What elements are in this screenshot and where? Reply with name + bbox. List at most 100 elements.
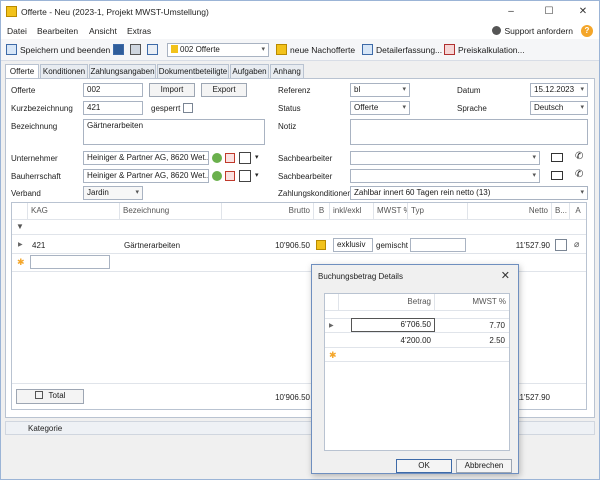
row-kag[interactable]: 421 (32, 241, 45, 250)
row-netto[interactable]: 11'527.90 (468, 241, 550, 250)
col-mwst-percent[interactable]: MWST % (435, 294, 509, 310)
close-button[interactable]: ✕ (569, 4, 597, 20)
tab-konditionen[interactable]: Konditionen (40, 64, 88, 78)
address-book-icon[interactable] (239, 152, 251, 164)
kategorie-label[interactable]: Kategorie (28, 424, 62, 433)
row-pointer-icon: ▶ (18, 242, 23, 248)
col-typ[interactable]: Typ (408, 203, 468, 219)
tab-offerte[interactable]: Offerte (5, 64, 39, 79)
detail-entry-button[interactable]: Detailerfassung... (376, 45, 442, 55)
row-inkl-exkl[interactable]: exklusiv (333, 238, 373, 252)
print-icon[interactable] (130, 44, 141, 55)
person-green-icon[interactable] (212, 153, 222, 163)
col-brutto[interactable]: Brutto (222, 203, 314, 219)
col-netto[interactable]: Netto (468, 203, 552, 219)
sprache-select[interactable]: Deutsch ▾ (530, 101, 588, 115)
maximize-button[interactable]: ☐ (535, 4, 563, 20)
price-calc-icon (444, 44, 455, 55)
phone-icon[interactable]: ✆ (575, 169, 583, 180)
gesperrt-checkbox[interactable] (183, 103, 193, 113)
paperclip-icon[interactable]: ⌀ (574, 239, 579, 250)
calculator-icon[interactable] (316, 240, 326, 250)
row-typ[interactable] (410, 238, 466, 252)
total-brutto: 10'906.50 (275, 393, 310, 402)
cancel-button[interactable]: Abbrechen (456, 459, 512, 473)
sachbearbeiter-2-select[interactable]: ▾ (350, 169, 540, 183)
chevron-down-icon[interactable]: ▾ (255, 171, 259, 179)
export-button[interactable]: Export (201, 83, 247, 97)
total-label: Total (48, 391, 66, 400)
header-divider (12, 219, 586, 220)
row-brutto[interactable]: 10'906.50 (222, 241, 310, 250)
menu-extras[interactable]: Extras (127, 26, 151, 36)
price-calc-button[interactable]: Preiskalkulation... (458, 45, 525, 55)
col-kag[interactable]: KAG (28, 203, 120, 219)
col-betrag[interactable]: Betrag (339, 294, 435, 310)
support-button[interactable]: Support anfordern (492, 26, 573, 36)
contact-card-icon[interactable] (225, 153, 235, 163)
col-bezeichnung[interactable]: Bezeichnung (120, 203, 222, 219)
menu-datei[interactable]: Datei (7, 26, 27, 36)
row-b-checkbox[interactable] (555, 239, 567, 251)
status-label: Status (278, 104, 301, 113)
address-book-icon[interactable] (239, 170, 251, 182)
col-b[interactable]: B (314, 203, 330, 219)
col-a[interactable]: A (570, 203, 586, 219)
row-bezeichnung[interactable]: Gärtnerarbeiten (124, 241, 180, 250)
save-icon[interactable] (113, 44, 124, 55)
tab-dokumentbeteiligte[interactable]: Dokumentbeteiligte (157, 64, 229, 78)
detail-row-1-mwst[interactable]: 7.70 (435, 321, 505, 330)
help-icon[interactable]: ? (581, 25, 593, 37)
datum-picker[interactable]: 15.12.2023 ▾ (530, 83, 588, 97)
chevron-down-icon: ▾ (580, 104, 584, 111)
dialog-title: Buchungsbetrag Details (318, 272, 403, 281)
offerte-field[interactable]: 002 (83, 83, 143, 97)
kurzbezeichnung-field[interactable]: 421 (83, 101, 143, 115)
gesperrt-label: gesperrt (151, 104, 181, 113)
row-mwst[interactable]: gemischt (376, 241, 408, 250)
verband-value: Jardin (87, 188, 109, 197)
preview-icon[interactable] (147, 44, 158, 55)
save-close-icon (6, 44, 17, 55)
new-followup-button[interactable]: neue Nachofferte (290, 45, 355, 55)
col-mwst[interactable]: MWST % (374, 203, 408, 219)
minimize-button[interactable]: – (497, 4, 525, 20)
sachbearbeiter-1-label: Sachbearbeiter (278, 154, 333, 163)
tab-aufgaben[interactable]: Aufgaben (230, 64, 269, 78)
notiz-field[interactable] (350, 119, 588, 145)
zahlungskonditionen-select[interactable]: Zahlbar innert 60 Tagen rein netto (13) … (350, 186, 588, 200)
status-select[interactable]: Offerte ▾ (350, 101, 410, 115)
detail-row-2-betrag[interactable]: 4'200.00 (351, 336, 431, 345)
contact-card-icon[interactable] (225, 171, 235, 181)
window-title: Offerte - Neu (2023-1, Projekt MWST-Umst… (21, 7, 209, 17)
save-close-button[interactable]: Speichern und beenden (20, 45, 110, 55)
mail-icon[interactable] (551, 171, 563, 180)
unternehmer-label: Unternehmer (11, 154, 58, 163)
phone-icon[interactable]: ✆ (575, 151, 583, 162)
chevron-down-icon[interactable]: ▾ (255, 153, 259, 161)
filter-icon[interactable]: ▼ (16, 222, 24, 231)
person-green-icon[interactable] (212, 171, 222, 181)
close-icon[interactable]: ✕ (501, 269, 510, 282)
bauherrschaft-field[interactable]: Heiniger & Partner AG, 8620 Wet... (83, 169, 209, 183)
import-button[interactable]: Import (149, 83, 195, 97)
col-inkl-exkl[interactable]: inkl/exkl (330, 203, 374, 219)
ok-button[interactable]: OK (396, 459, 452, 473)
total-button[interactable]: Total (16, 389, 84, 404)
bezeichnung-field[interactable]: Gärtnerarbeiten (83, 119, 265, 145)
referenz-select[interactable]: bl ▾ (350, 83, 410, 97)
verband-select[interactable]: Jardin ▾ (83, 186, 143, 200)
detail-row-1-betrag[interactable]: 6'706.50 (351, 318, 435, 332)
detail-row-2-mwst[interactable]: 2.50 (435, 336, 505, 345)
tab-zahlungsangaben[interactable]: Zahlungsangaben (89, 64, 156, 78)
tab-anhang[interactable]: Anhang (270, 64, 304, 78)
sachbearbeiter-1-select[interactable]: ▾ (350, 151, 540, 165)
menu-ansicht[interactable]: Ansicht (89, 26, 117, 36)
document-type-select[interactable]: 002 Offerte ▾ (167, 43, 269, 57)
new-row-kag-input[interactable] (30, 255, 110, 269)
col-b-short[interactable]: B... (552, 203, 570, 219)
menu-bearbeiten[interactable]: Bearbeiten (37, 26, 78, 36)
mail-icon[interactable] (551, 153, 563, 162)
dialog-header-divider (325, 310, 509, 311)
unternehmer-field[interactable]: Heiniger & Partner AG, 8620 Wet... (83, 151, 209, 165)
